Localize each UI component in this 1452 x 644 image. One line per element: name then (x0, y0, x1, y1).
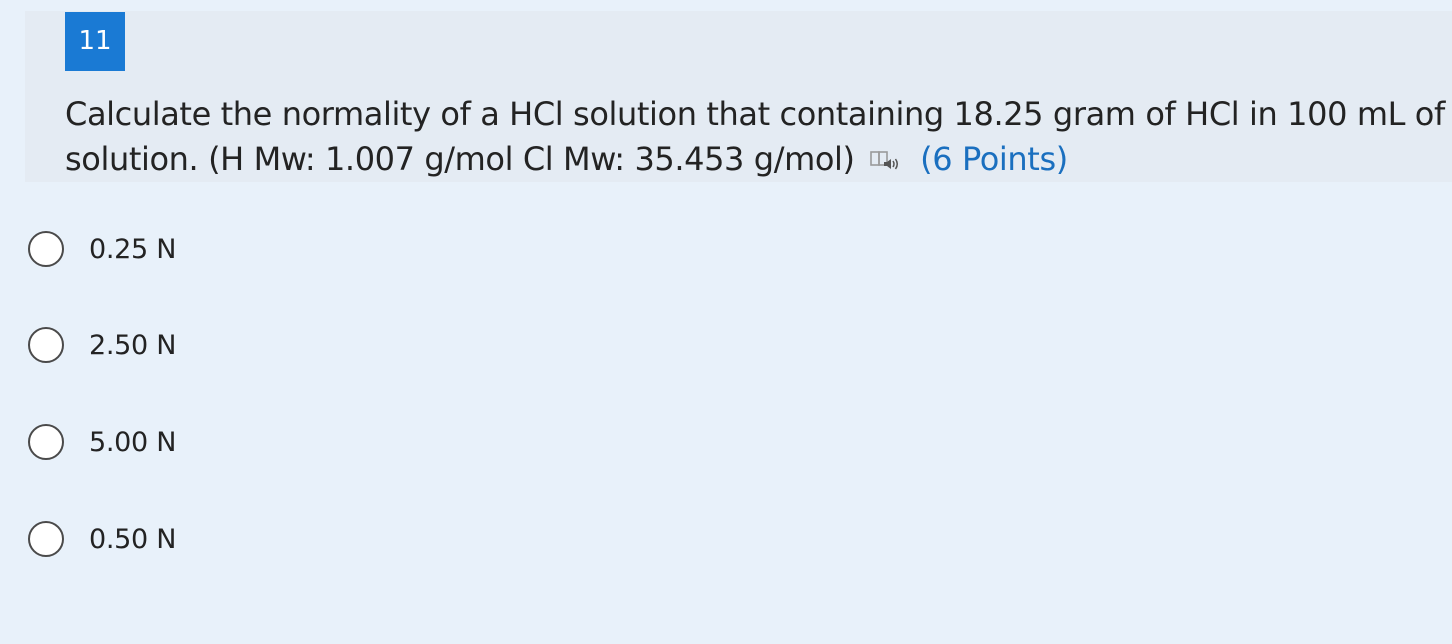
question-text-block: Calculate the normality of a HCl solutio… (65, 92, 1445, 182)
option-label: 0.25 N (89, 233, 177, 265)
option-label: 0.50 N (89, 523, 177, 555)
option-label: 2.50 N (89, 329, 177, 361)
radio-button[interactable] (28, 231, 64, 267)
question-header: 11 Calculate the normality of a HCl solu… (25, 11, 1452, 182)
answer-option[interactable]: 5.00 N (28, 422, 176, 462)
question-text: Calculate the normality of a HCl solutio… (65, 95, 1445, 178)
question-points: (6 Points) (920, 140, 1068, 178)
answer-option[interactable]: 0.25 N (28, 229, 176, 269)
answer-option[interactable]: 0.50 N (28, 519, 176, 559)
answer-option[interactable]: 2.50 N (28, 325, 176, 365)
question-number-badge: 11 (65, 12, 125, 71)
option-label: 5.00 N (89, 426, 177, 458)
radio-button[interactable] (28, 424, 64, 460)
radio-button[interactable] (28, 521, 64, 557)
immersive-reader-icon[interactable] (870, 139, 900, 170)
radio-button[interactable] (28, 327, 64, 363)
